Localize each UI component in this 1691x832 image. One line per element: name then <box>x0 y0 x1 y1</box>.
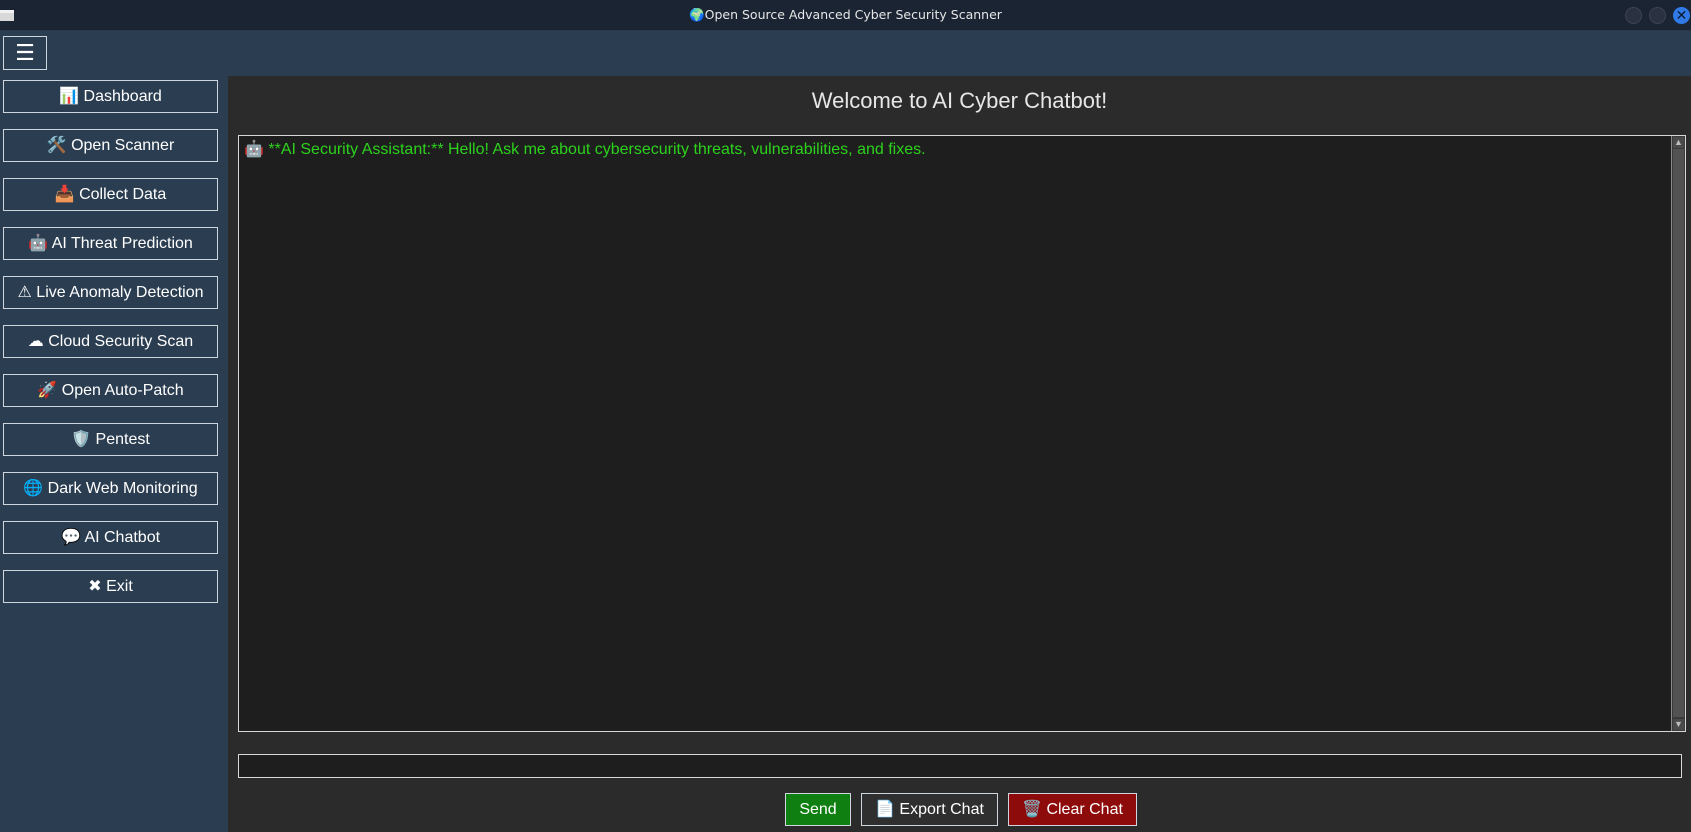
scroll-down-arrow-icon[interactable]: ▼ <box>1673 719 1684 730</box>
minimize-button[interactable] <box>1625 7 1642 24</box>
window-close-button[interactable]: ✕ <box>1673 7 1690 24</box>
sidebar-item-ai-chatbot[interactable]: 💬 AI Chatbot <box>3 521 218 554</box>
sidebar-item-exit[interactable]: ✖ Exit <box>3 570 218 603</box>
sidebar-item-open-auto-patch[interactable]: 🚀 Open Auto-Patch <box>3 374 218 407</box>
sidebar-item-collect-data[interactable]: 📥 Collect Data <box>3 178 218 211</box>
top-toolbar: ☰ <box>0 31 1691 76</box>
maximize-button[interactable] <box>1649 7 1666 24</box>
chatbot-panel: Welcome to AI Cyber Chatbot! 🤖 **AI Secu… <box>228 76 1691 832</box>
chat-history[interactable]: 🤖 **AI Security Assistant:** Hello! Ask … <box>238 135 1686 732</box>
scroll-thumb[interactable] <box>1673 149 1684 717</box>
window-title-bar: 🌍Open Source Advanced Cyber Security Sca… <box>0 0 1691 31</box>
chat-input-field[interactable] <box>238 754 1682 778</box>
sidebar-item-live-anomaly-detection[interactable]: ⚠ Live Anomaly Detection <box>3 276 218 309</box>
send-button[interactable]: Send <box>785 793 851 826</box>
hamburger-menu-button[interactable]: ☰ <box>3 36 47 70</box>
sidebar-item-cloud-security-scan[interactable]: ☁ Cloud Security Scan <box>3 325 218 358</box>
chat-scrollbar[interactable]: ▲ ▼ <box>1671 136 1685 731</box>
sidebar-item-open-scanner[interactable]: 🛠️ Open Scanner <box>3 129 218 162</box>
sidebar: 📊 Dashboard 🛠️ Open Scanner 📥 Collect Da… <box>0 76 228 832</box>
page-title: Welcome to AI Cyber Chatbot! <box>811 88 1108 113</box>
sidebar-item-dashboard[interactable]: 📊 Dashboard <box>3 80 218 113</box>
export-chat-button[interactable]: 📄 Export Chat <box>861 793 998 826</box>
sidebar-item-pentest[interactable]: 🛡️ Pentest <box>3 423 218 456</box>
clear-chat-button[interactable]: 🗑️ Clear Chat <box>1008 793 1137 826</box>
window-title: 🌍Open Source Advanced Cyber Security Sca… <box>689 7 1002 22</box>
scroll-up-arrow-icon[interactable]: ▲ <box>1673 137 1684 148</box>
sidebar-item-dark-web-monitoring[interactable]: 🌐 Dark Web Monitoring <box>3 472 218 505</box>
chat-message: 🤖 **AI Security Assistant:** Hello! Ask … <box>244 141 926 158</box>
sidebar-item-ai-threat-prediction[interactable]: 🤖 AI Threat Prediction <box>3 227 218 260</box>
